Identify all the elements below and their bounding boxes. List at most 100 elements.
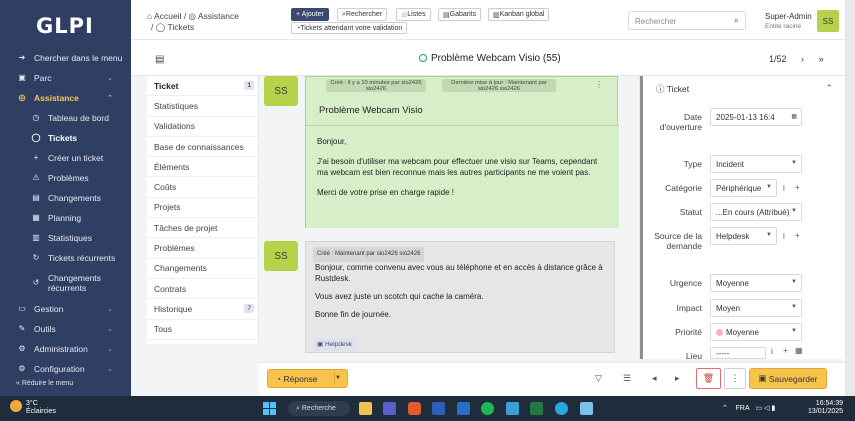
word-icon[interactable]: [432, 402, 445, 415]
tab-all[interactable]: Tous: [147, 320, 258, 340]
info-icon[interactable]: i: [783, 232, 785, 241]
tab-project-tasks[interactable]: Tâches de projet: [147, 218, 258, 239]
tab-history[interactable]: Historique 7: [147, 299, 258, 320]
plus-icon[interactable]: +: [795, 183, 800, 192]
edge-icon[interactable]: [555, 402, 568, 415]
save-button[interactable]: ▣ Sauvegarder: [749, 368, 827, 389]
brave-icon[interactable]: [408, 402, 421, 415]
spotify-icon[interactable]: [481, 402, 494, 415]
lists-button[interactable]: ☆ Listes: [396, 8, 431, 21]
tab-changes[interactable]: Changements: [147, 259, 258, 279]
tab-knowledge-base[interactable]: Base de connaissances: [147, 137, 258, 158]
excel-icon[interactable]: [530, 402, 543, 415]
waiting-validation-button[interactable]: ◔ Tickets attendant votre validation: [291, 22, 408, 34]
search-button[interactable]: ⌕ Rechercher: [337, 8, 388, 21]
start-button[interactable]: [263, 402, 276, 415]
location-select[interactable]: -----: [710, 347, 766, 359]
plus-icon[interactable]: +: [795, 231, 800, 240]
breadcrumb-home[interactable]: Accueil: [154, 11, 181, 21]
language-indicator[interactable]: FRA: [736, 405, 750, 412]
templates-button[interactable]: ▤ Gabarits: [438, 8, 482, 21]
sidebar-item-planning[interactable]: ▦ Planning: [0, 208, 131, 227]
kanban-button[interactable]: ▥ Kanban global: [488, 8, 550, 21]
outlook-icon[interactable]: [457, 402, 470, 415]
teams-icon[interactable]: [383, 402, 396, 415]
panel-header[interactable]: ⓘ Ticket: [656, 83, 689, 95]
clock[interactable]: 16:54:39 13/01/2025: [808, 400, 843, 416]
plus-icon: +: [33, 153, 39, 162]
weather-widget[interactable]: 3°C Éclaircies: [10, 400, 56, 416]
sidebar-item-statistics[interactable]: ▥ Statistiques: [0, 228, 131, 247]
tab-projects[interactable]: Projets: [147, 198, 258, 219]
breadcrumb-assistance[interactable]: Assistance: [198, 11, 239, 21]
sidebar-item-changes[interactable]: ▤ Changements: [0, 188, 131, 207]
taskbar-search[interactable]: ⌕ Recherche: [288, 401, 350, 416]
sidebar-item-gestion[interactable]: ▭ Gestion ⌄: [0, 299, 131, 318]
plus-icon[interactable]: +: [783, 346, 788, 355]
glpi-logo[interactable]: GLPI: [36, 14, 94, 38]
sidebar-item-outils[interactable]: ✎ Outils ⌄: [0, 319, 131, 338]
category-select[interactable]: Périphérique ▼: [710, 179, 777, 197]
global-search-input[interactable]: Rechercher ⌕: [628, 11, 746, 30]
next-icon[interactable]: ▸: [675, 373, 680, 384]
sidebar-item-administration[interactable]: ⚙ Administration ⌄: [0, 339, 131, 358]
info-icon[interactable]: i: [783, 184, 785, 193]
file-explorer-icon[interactable]: [359, 402, 372, 415]
chevron-up-icon: ⌃: [107, 94, 113, 102]
reduce-menu-button[interactable]: « Réduire le menu: [16, 380, 73, 387]
info-icon[interactable]: i: [771, 347, 773, 356]
map-icon[interactable]: ▦: [795, 346, 803, 355]
sidebar-item-configuration[interactable]: ⚙ Configuration ⌄: [0, 359, 131, 378]
notepad-icon[interactable]: [580, 402, 593, 415]
last-icon[interactable]: »: [819, 54, 824, 64]
sidebar-item-parc[interactable]: ▣ Parc ⌄: [0, 68, 131, 87]
user-menu[interactable]: Super-Admin Entité racine: [765, 12, 812, 30]
list-view-icon[interactable]: ☰: [623, 373, 631, 384]
more-actions-button[interactable]: ⋮: [724, 368, 746, 389]
chevron-up-icon[interactable]: ⌃: [722, 405, 728, 412]
source-select[interactable]: Helpdesk ▼: [710, 227, 777, 245]
followup-item: Créé : Maintenant par sio2426 sio2426 Bo…: [305, 241, 615, 353]
filter-icon[interactable]: ▽: [595, 373, 602, 384]
sidebar-item-tickets[interactable]: ◯ Tickets: [0, 128, 131, 147]
chevron-down-icon[interactable]: ▼: [335, 375, 341, 381]
breadcrumb-tickets[interactable]: Tickets: [167, 22, 194, 32]
list-toggle-icon[interactable]: ▤: [155, 54, 164, 65]
sidebar-item-recurrent-tickets[interactable]: ↻ Tickets récurrents: [0, 248, 131, 267]
monitor-icon[interactable]: ▭: [756, 405, 763, 412]
calendar-icon[interactable]: ▦: [791, 113, 797, 120]
tab-statistics[interactable]: Statistiques: [147, 96, 258, 117]
type-select[interactable]: Incident ▼: [710, 155, 802, 173]
tab-costs[interactable]: Coûts: [147, 177, 258, 198]
sidebar-item-dashboard[interactable]: ◷ Tableau de bord: [0, 108, 131, 127]
date-field[interactable]: 2025-01-13 16:4 ▦: [710, 108, 802, 126]
sidebar-item-search-menu[interactable]: ➜ Chercher dans le menu: [0, 48, 131, 67]
add-button[interactable]: + Ajouter: [291, 8, 329, 21]
delete-button[interactable]: 🗑: [696, 368, 721, 389]
ticket-pager: 1/52 › »: [769, 54, 824, 64]
sidebar-item-recurrent-changes[interactable]: ↺ Changements récurrents: [0, 270, 131, 296]
reply-button[interactable]: ◔ Réponse ▼: [267, 369, 348, 388]
sidebar-item-assistance[interactable]: ◎ Assistance ⌃: [0, 88, 131, 107]
urgency-select[interactable]: Moyenne ▼: [710, 274, 802, 292]
volume-icon[interactable]: ◁: [764, 405, 769, 412]
impact-select[interactable]: Moyen ▼: [710, 299, 802, 317]
breadcrumb-second-line: / ◯ Tickets: [151, 22, 195, 32]
more-options-icon[interactable]: ⋮: [595, 80, 603, 89]
tab-contracts[interactable]: Contrats: [147, 279, 258, 300]
prev-icon[interactable]: ◂: [652, 373, 657, 384]
status-select[interactable]: ...En cours (Attribué) ▼: [710, 203, 802, 221]
tab-ticket[interactable]: Ticket 1: [147, 76, 258, 97]
next-icon[interactable]: ›: [801, 54, 804, 64]
avatar[interactable]: SS: [817, 10, 839, 32]
tab-problems[interactable]: Problèmes: [147, 238, 258, 259]
tab-validations[interactable]: Validations: [147, 117, 258, 137]
chevron-up-icon[interactable]: ⌃: [825, 83, 833, 94]
page-scrollbar[interactable]: [845, 0, 855, 396]
store-icon[interactable]: [506, 402, 519, 415]
priority-select[interactable]: Moyenne ▼: [710, 323, 802, 341]
battery-icon[interactable]: ▮: [771, 405, 775, 412]
sidebar-item-create-ticket[interactable]: + Créer un ticket: [0, 148, 131, 167]
tab-items[interactable]: Éléments: [147, 157, 258, 178]
sidebar-item-problems[interactable]: ⚠ Problèmes: [0, 168, 131, 187]
